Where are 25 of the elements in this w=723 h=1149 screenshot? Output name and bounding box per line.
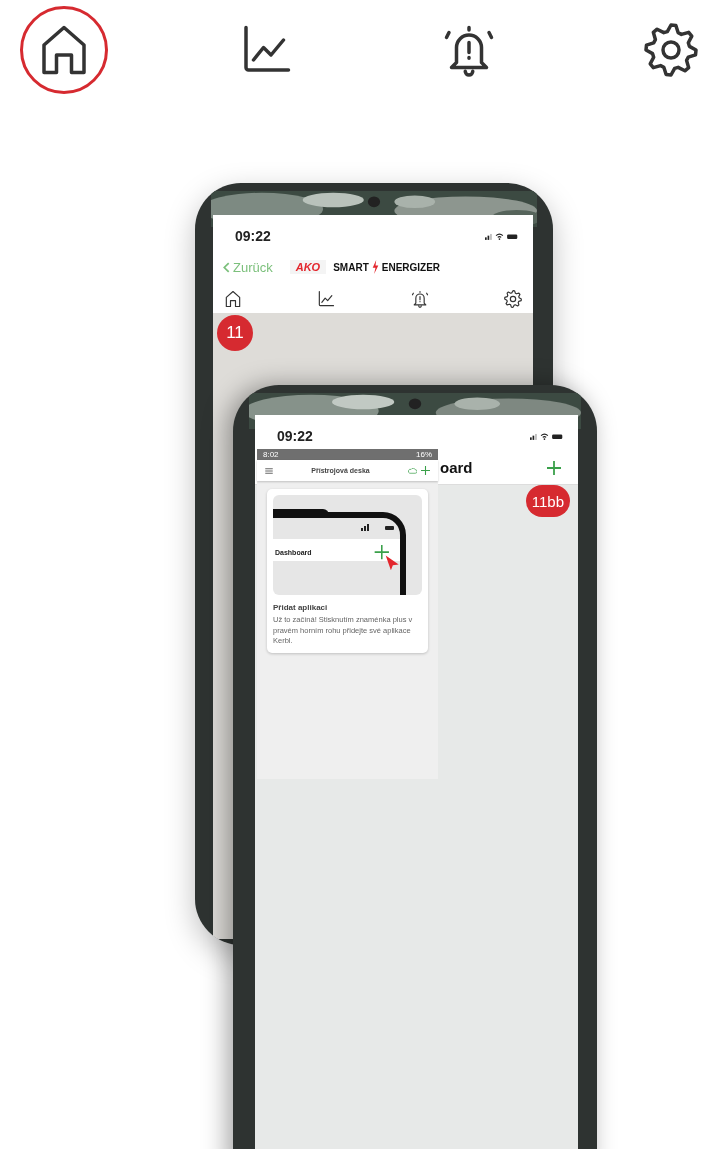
- bell-icon[interactable]: [409, 289, 430, 309]
- nav-tab[interactable]: [20, 6, 108, 94]
- settings-icon[interactable]: [503, 289, 523, 309]
- add-icon[interactable]: [546, 459, 562, 476]
- menu-icon[interactable]: [265, 467, 273, 474]
- lightning-icon: [371, 259, 379, 275]
- settings-icon: [641, 20, 701, 80]
- brand-mark: AKO: [289, 260, 327, 274]
- add-icon[interactable]: [421, 466, 430, 475]
- brand-word: ENERGIZER: [381, 261, 441, 273]
- chart-icon[interactable]: [316, 289, 337, 309]
- screen-title: oard: [440, 459, 473, 476]
- home-icon[interactable]: [223, 289, 243, 309]
- status-time: 09:22: [277, 428, 313, 444]
- step-badge: 11: [217, 315, 253, 351]
- chevron-left-icon: [223, 261, 230, 273]
- status-icons: [530, 431, 564, 441]
- battery-level: 16%: [416, 450, 432, 459]
- status-time: 09:22: [235, 228, 271, 244]
- status-time: 8:02: [263, 450, 279, 459]
- back-link[interactable]: Zurück: [223, 259, 273, 275]
- card-heading: Přidat aplikaci: [273, 603, 329, 612]
- brand-word: SMART: [333, 261, 369, 273]
- cursor-on-plus-drawing: [374, 545, 400, 571]
- status-icons: [485, 231, 519, 241]
